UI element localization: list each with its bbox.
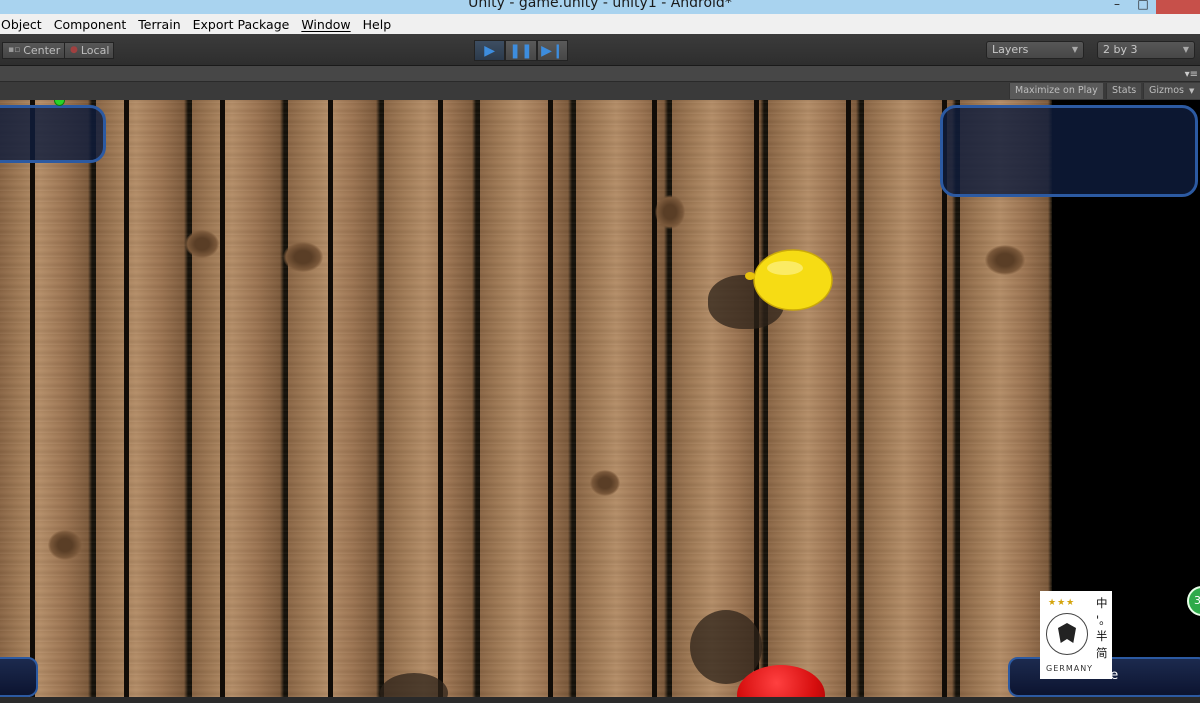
plank-gap [124,100,129,697]
watermark-char: '。 [1096,612,1111,627]
wood-knot [655,195,685,229]
pivot-center-icon: ▪▫ [8,45,21,55]
pivot-mode-button[interactable]: ▪▫ Center [2,42,66,59]
wood-knot [185,230,219,258]
watermark-char: 简 [1096,645,1108,660]
game-view-header: ▾≡ Maximize on Play Stats Gizmos ▼ [0,66,1200,100]
score-panel [0,105,106,163]
panel-menu-icon[interactable]: ▾≡ [1185,69,1198,80]
plank-gap [652,100,657,697]
game-tab-strip: ▾≡ [0,66,1200,82]
pivot-mode-label: Center [23,44,61,57]
watermark-char: 中 [1096,596,1108,610]
menu-bar: Object Component Terrain Export Package … [0,14,1200,34]
menu-help[interactable]: Help [357,17,398,32]
step-button[interactable]: ▶❙ [536,40,568,61]
plank-gap [754,100,759,697]
pause-button[interactable]: ❚❚ [505,40,537,61]
menu-window[interactable]: Window [295,17,356,32]
plank-gap [30,100,35,697]
lives-panel [940,105,1198,197]
wooden-board-background [0,100,1052,697]
play-controls: ▶ ❚❚ ▶❙ [474,40,568,61]
menu-button[interactable] [0,657,38,697]
watermark-country: GERMANY [1046,664,1094,673]
gizmos-label: Gizmos [1149,85,1185,96]
stars-icon: ★★★ [1048,598,1076,608]
step-icon: ▶❙ [541,42,564,59]
stats-toggle[interactable]: Stats [1106,83,1142,99]
watermark-badge: ★★★ 中 '。 半 简 GERMANY [1040,591,1112,679]
plank-gap [548,100,553,697]
menu-export-package[interactable]: Export Package [187,17,296,32]
main-toolbar: ▪▫ Center ● Local ▶ ❚❚ ▶❙ Layers ▼ 2 by … [0,34,1200,66]
menu-terrain[interactable]: Terrain [132,17,186,32]
lemon-fruit[interactable] [745,248,833,312]
window-title: Unity - game.unity - unity1 - Android* [468,0,732,11]
eagle-seal-icon [1046,613,1088,655]
watermark-char: 半 [1096,629,1108,643]
layers-dropdown[interactable]: Layers ▼ [986,41,1084,59]
plank-gap [846,100,851,697]
plank-gap [220,100,225,697]
chevron-down-icon: ▼ [1182,45,1189,54]
pause-icon: ❚❚ [509,42,533,59]
maximize-on-play-toggle[interactable]: Maximize on Play [1009,83,1103,99]
pivot-rotation-label: Local [80,44,110,57]
layers-label: Layers [992,43,1029,56]
wood-knot [48,530,82,560]
play-icon: ▶ [484,42,496,59]
pivot-rotation-button[interactable]: ● Local [64,42,115,59]
window-title-bar: Unity - game.unity - unity1 - Android* –… [0,0,1200,14]
maximize-icon[interactable]: □ [1130,0,1156,11]
play-button[interactable]: ▶ [474,40,506,61]
wood-knot [283,242,323,272]
menu-object[interactable]: Object [0,17,48,32]
minimize-icon[interactable]: – [1104,0,1130,11]
game-viewport[interactable]: Pause 3 [0,100,1200,697]
gizmos-dropdown[interactable]: Gizmos ▼ [1143,83,1200,99]
status-bar [0,697,1200,703]
chevron-down-icon: ▼ [1189,87,1195,95]
close-icon[interactable] [1156,0,1200,14]
layout-label: 2 by 3 [1103,43,1138,56]
watermark-text: 中 '。 半 简 [1096,595,1111,661]
menu-component[interactable]: Component [48,17,133,32]
wood-knot [985,245,1025,275]
local-rotation-icon: ● [70,45,78,55]
plank-gap [438,100,443,697]
wood-grain [0,100,1052,697]
counter-badge: 3 [1187,586,1200,616]
plank-gap [328,100,333,697]
wood-knot [590,470,620,496]
chevron-down-icon: ▼ [1071,45,1078,54]
layout-dropdown[interactable]: 2 by 3 ▼ [1097,41,1195,59]
